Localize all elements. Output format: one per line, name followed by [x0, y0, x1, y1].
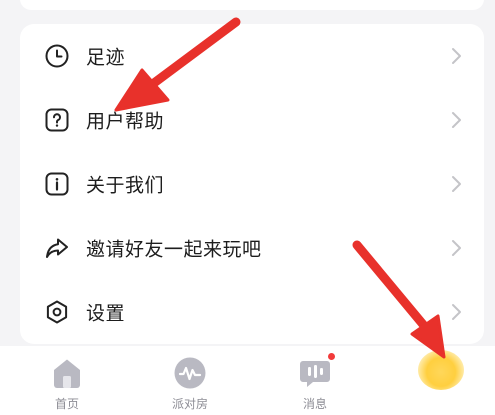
menu-item-settings[interactable]: 设置 — [20, 280, 484, 344]
info-icon — [45, 172, 69, 196]
app-screen: 足迹 用户帮助 关于我们 邀请好友一起来玩吧 设置 首页 派对房 消息 — [0, 0, 495, 415]
chevron-right-icon — [452, 112, 461, 128]
menu-item-label: 足迹 — [86, 46, 126, 69]
party-wave-icon — [174, 357, 206, 389]
clock-icon — [45, 44, 69, 68]
menu-item-invite-friends[interactable]: 邀请好友一起来玩吧 — [20, 216, 484, 280]
home-icon — [54, 359, 80, 388]
tab-mine-highlight[interactable] — [418, 350, 464, 390]
help-question-icon — [45, 108, 69, 132]
menu-item-label: 邀请好友一起来玩吧 — [86, 238, 262, 261]
tab-party-room[interactable]: 派对房 — [155, 352, 225, 412]
chevron-right-icon — [452, 304, 461, 320]
menu-item-label: 关于我们 — [86, 174, 165, 197]
tab-home[interactable]: 首页 — [32, 352, 102, 412]
tab-messages[interactable]: 消息 — [280, 352, 350, 412]
menu-list: 足迹 用户帮助 关于我们 邀请好友一起来玩吧 设置 — [20, 24, 484, 344]
menu-item-about-us[interactable]: 关于我们 — [20, 152, 484, 216]
menu-item-label: 用户帮助 — [86, 110, 165, 133]
message-icon — [300, 361, 330, 387]
share-arrow-icon — [46, 238, 68, 258]
tab-label: 派对房 — [171, 397, 208, 411]
chevron-right-icon — [452, 48, 461, 64]
notification-dot — [328, 353, 335, 360]
settings-hexagon-icon — [46, 300, 68, 324]
tab-label: 消息 — [302, 397, 327, 411]
chevron-right-icon — [452, 176, 461, 192]
top-card — [20, 0, 484, 10]
chevron-right-icon — [452, 240, 461, 256]
menu-item-user-help[interactable]: 用户帮助 — [20, 88, 484, 152]
menu-item-label: 设置 — [86, 302, 126, 325]
menu-item-footprint[interactable]: 足迹 — [20, 24, 484, 88]
tab-label: 首页 — [54, 397, 79, 411]
